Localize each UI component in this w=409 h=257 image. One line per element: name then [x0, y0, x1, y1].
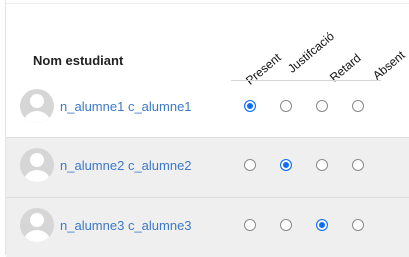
avatar [20, 148, 54, 182]
radio-late[interactable] [316, 219, 328, 231]
student-name-link[interactable]: n_alumne2 c_alumne2 [60, 158, 192, 173]
radio-absent[interactable] [352, 219, 364, 231]
radio-present[interactable] [244, 159, 256, 171]
student-name-link[interactable]: n_alumne3 c_alumne3 [60, 218, 192, 233]
radio-late[interactable] [316, 100, 328, 112]
status-header-justification: Justifcació [285, 28, 337, 76]
radio-absent[interactable] [352, 159, 364, 171]
student-name-link[interactable]: n_alumne1 c_alumne1 [60, 99, 192, 114]
avatar [20, 208, 54, 242]
table-top-border [6, 3, 409, 4]
radio-present[interactable] [244, 100, 256, 112]
name-column-header: Nom estudiant [33, 53, 124, 68]
radio-justification[interactable] [280, 219, 292, 231]
radio-justification[interactable] [280, 159, 292, 171]
status-header-absent: Absent [370, 47, 408, 83]
radio-present[interactable] [244, 219, 256, 231]
radio-justification[interactable] [280, 100, 292, 112]
avatar [20, 89, 54, 123]
radio-late[interactable] [316, 159, 328, 171]
radio-absent[interactable] [352, 100, 364, 112]
